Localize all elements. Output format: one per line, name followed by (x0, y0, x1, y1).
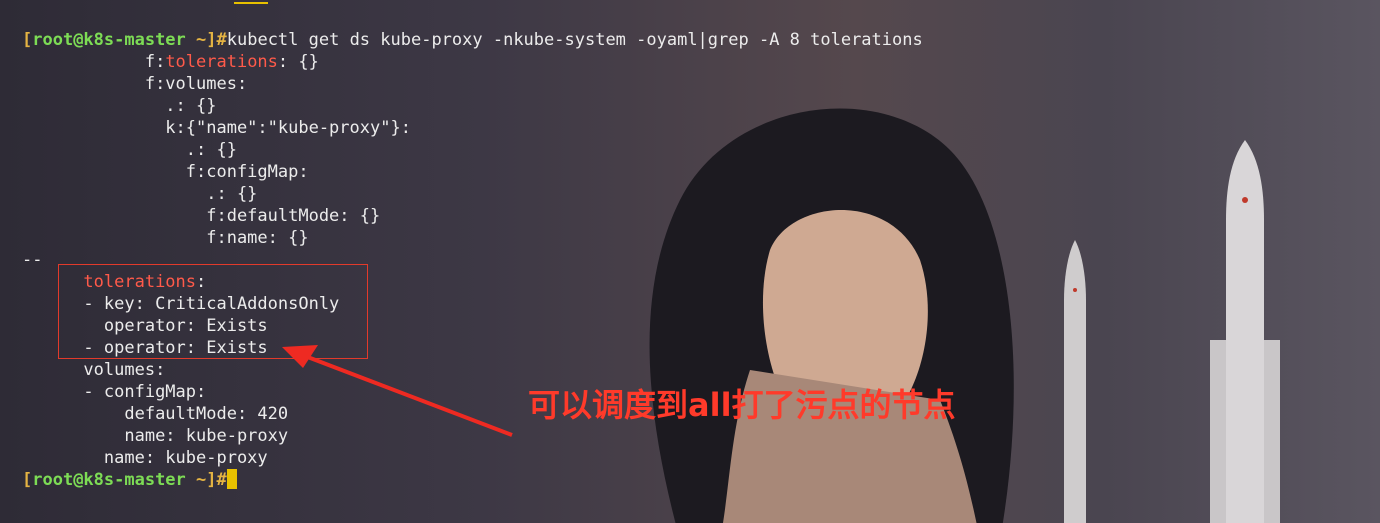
annotation-arrow-icon (282, 345, 513, 437)
terminal-window[interactable]: [root@k8s-master ~]#kubectl get ds kube-… (0, 0, 1380, 523)
annotation-text: 可以调度到all打了污点的节点 (528, 386, 956, 424)
